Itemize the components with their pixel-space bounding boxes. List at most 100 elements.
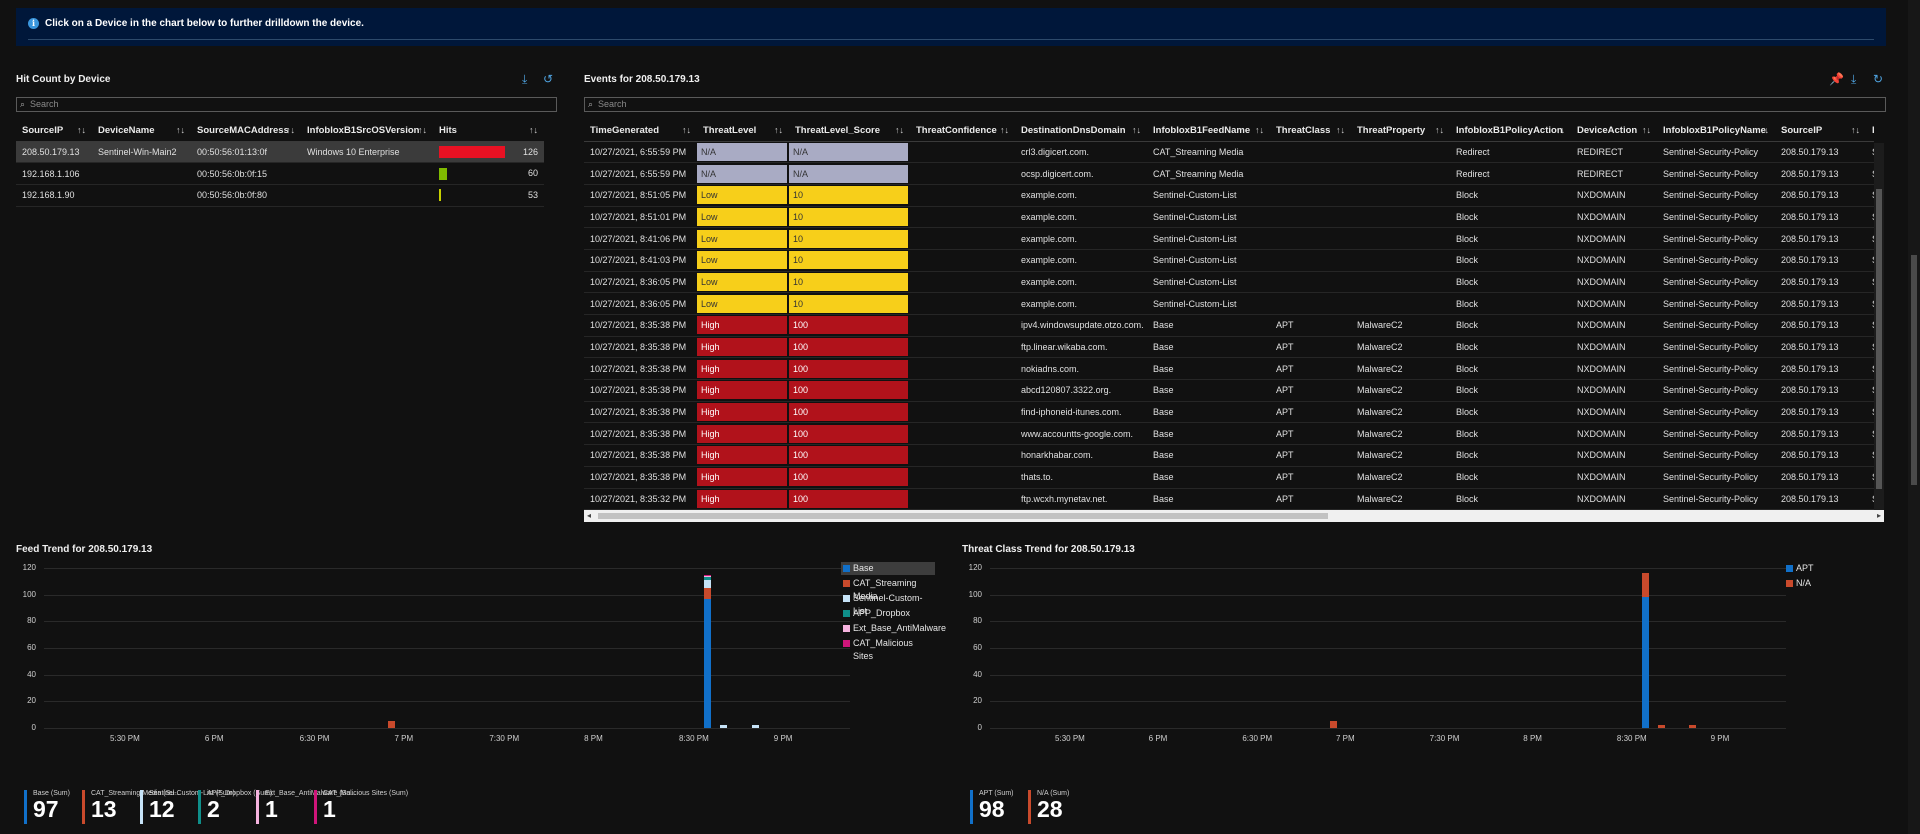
table-row[interactable]: 10/27/2021, 8:51:05 PM Low 10 example.com. S… xyxy=(584,184,1874,207)
sort-icon[interactable]: ↑↓ xyxy=(418,125,427,135)
column-header-label: Hits xyxy=(439,124,457,136)
column-header-infobloxb1feedname[interactable]: InfobloxB1FeedName ↑↓ xyxy=(1147,120,1270,142)
bar-segment-n-a[interactable] xyxy=(1642,573,1650,598)
column-header-devicename[interactable]: DeviceName ↑↓ xyxy=(92,120,191,142)
column-header-sourcemacaddress[interactable]: SourceMACAddress ↑↓ xyxy=(191,120,301,142)
scroll-thumb[interactable] xyxy=(1876,189,1882,489)
bar-segment-cat-streaming-media[interactable] xyxy=(388,721,396,728)
bar-segment-n-a[interactable] xyxy=(1329,721,1337,728)
bar-segment-cat-streaming-media[interactable] xyxy=(704,588,712,599)
table-row[interactable]: 208.50.179.13 Sentinel-Win-Main2 00:50:56:… xyxy=(16,141,544,164)
sort-icon[interactable]: ↑↓ xyxy=(286,125,295,135)
bar-segment-sentinel-custom-list[interactable] xyxy=(704,580,712,588)
sort-icon[interactable]: ↑↓ xyxy=(1851,125,1860,135)
sort-icon[interactable]: ↑↓ xyxy=(529,125,538,135)
sort-icon[interactable]: ↑↓ xyxy=(682,125,691,135)
legend-item-ext-base-antimalware[interactable]: Ext_Base_AntiMalware xyxy=(841,622,946,635)
table-row[interactable]: 10/27/2021, 8:35:38 PM High 100 honarkhabar… xyxy=(584,444,1874,467)
table-row[interactable]: 10/27/2021, 8:35:38 PM High 100 ftp.linear.… xyxy=(584,336,1874,359)
bar-segment-app-dropbox[interactable] xyxy=(704,577,712,580)
column-header-infobloxb1srcosversion[interactable]: InfobloxB1SrcOSVersion ↑↓ xyxy=(301,120,433,142)
table-row[interactable]: 10/27/2021, 8:36:05 PM Low 10 example.com. S… xyxy=(584,271,1874,294)
column-header-threatlevel[interactable]: ThreatLevel ↑↓ xyxy=(697,120,789,142)
column-header-infobloxb1policyname[interactable]: InfobloxB1PolicyName ↑↓ xyxy=(1657,120,1775,142)
undo-icon[interactable]: ↺ xyxy=(543,73,553,85)
summary-tile-apt-sum[interactable]: APT (Sum) 98 xyxy=(970,790,1014,824)
legend-item-app-dropbox[interactable]: APP_Dropbox xyxy=(841,607,935,620)
table-row[interactable]: 10/27/2021, 6:55:59 PM N/A N/A crl3.digicer… xyxy=(584,141,1874,164)
table-row[interactable]: 10/27/2021, 8:36:05 PM Low 10 example.com. S… xyxy=(584,292,1874,315)
sort-icon[interactable]: ↑↓ xyxy=(1556,125,1565,135)
table-row[interactable]: 10/27/2021, 8:41:03 PM Low 10 example.com. S… xyxy=(584,249,1874,272)
threat-class-trend-chart[interactable]: 120 100 80 60 40 20 0 5:30 PM 6 PM 6:30 PM 7 PM 7:3… xyxy=(962,560,1902,830)
column-header-threatclass[interactable]: ThreatClass ↑↓ xyxy=(1270,120,1351,142)
bar-segment-apt[interactable] xyxy=(1642,597,1650,728)
table-row[interactable]: 10/27/2021, 8:51:01 PM Low 10 example.com. S… xyxy=(584,206,1874,229)
sort-icon[interactable]: ↑↓ xyxy=(1255,125,1264,135)
table-row[interactable]: 192.168.1.90 00:50:56:0b:0f:80 53 xyxy=(16,184,544,207)
table-row[interactable]: 10/27/2021, 8:35:38 PM High 100 find-iphone… xyxy=(584,401,1874,424)
table-row[interactable]: 10/27/2021, 8:35:32 PM High 100 ftp.wcxh.my… xyxy=(584,488,1874,510)
bar-segment-ext-base-antimalware[interactable] xyxy=(704,576,712,578)
bar-segment-base[interactable] xyxy=(704,598,712,728)
table-row[interactable]: 10/27/2021, 8:35:38 PM High 100 ipv4.window… xyxy=(584,314,1874,337)
column-header-destinationdnsdomain[interactable]: DestinationDnsDomain ↑↓ xyxy=(1015,120,1147,142)
sort-icon[interactable]: ↑↓ xyxy=(1760,125,1769,135)
table-row[interactable]: 10/27/2021, 8:35:38 PM High 100 thats.to. Ba… xyxy=(584,466,1874,489)
bar-segment-n-a[interactable] xyxy=(1688,725,1696,728)
sort-icon[interactable]: ↑↓ xyxy=(1435,125,1444,135)
sort-icon[interactable]: ↑↓ xyxy=(176,125,185,135)
legend-item-sentinel-custom-list[interactable]: Sentinel-Custom-List xyxy=(841,592,935,616)
scroll-thumb[interactable] xyxy=(598,513,1328,519)
bar-segment-n-a[interactable] xyxy=(1657,725,1665,728)
events-search-input[interactable]: ⌕ Search xyxy=(584,97,1886,112)
refresh-icon[interactable]: ↻ xyxy=(1873,73,1883,85)
hit-count-search-input[interactable]: ⌕ Search xyxy=(16,97,557,112)
sort-icon[interactable]: ↑↓ xyxy=(77,125,86,135)
download-icon[interactable]: ⤓ xyxy=(522,73,527,85)
column-header-infobloxb1policyaction[interactable]: InfobloxB1PolicyAction ↑↓ xyxy=(1450,120,1571,142)
bar-segment-sentinel-custom-list[interactable] xyxy=(751,725,759,728)
scroll-thumb[interactable] xyxy=(1911,255,1917,485)
summary-tile-n-a-sum[interactable]: N/A (Sum) 28 xyxy=(1028,790,1069,824)
column-header-deviceaction[interactable]: DeviceAction ↑↓ xyxy=(1571,120,1657,142)
summary-tile-cat-malicious-sites-sum[interactable]: CAT_Malicious Sites (Sum) 1 xyxy=(314,790,408,824)
bar-segment-sentinel-custom-list[interactable] xyxy=(720,725,728,728)
sort-icon[interactable]: ↑↓ xyxy=(1132,125,1141,135)
legend-item-cat-malicious-sites[interactable]: CAT_Malicious Sites xyxy=(841,637,935,661)
table-row[interactable]: 10/27/2021, 8:35:38 PM High 100 www.account… xyxy=(584,422,1874,446)
scroll-right-icon[interactable]: ▸ xyxy=(1877,510,1881,522)
column-header-threatlevel-score[interactable]: ThreatLevel_Score ↑↓ xyxy=(789,120,910,142)
legend-item-cat-streaming-media[interactable]: CAT_Streaming Media xyxy=(841,577,935,601)
sort-icon[interactable]: ↑↓ xyxy=(774,125,783,135)
bar-segment-cat-malicious-sites[interactable] xyxy=(704,574,712,576)
summary-tile-base-sum[interactable]: Base (Sum) 97 xyxy=(24,790,70,824)
sort-icon[interactable]: ↑↓ xyxy=(1336,125,1345,135)
download-icon[interactable]: ⤓ xyxy=(1851,73,1856,85)
sort-icon[interactable]: ↑↓ xyxy=(895,125,904,135)
table-row[interactable]: 10/27/2021, 8:35:38 PM High 100 nokiadns.co… xyxy=(584,357,1874,381)
feed-trend-chart[interactable]: 120 100 80 60 40 20 0 5:30 PM 6 PM 6:30 PM 7 PM 7:3… xyxy=(16,560,946,830)
legend-item-apt[interactable]: APT xyxy=(1784,562,1878,575)
scroll-left-icon[interactable]: ◂ xyxy=(587,510,591,522)
events-horizontal-scrollbar[interactable]: ◂ ▸ xyxy=(584,510,1884,522)
sort-icon[interactable]: ↑↓ xyxy=(1000,125,1009,135)
page-scrollbar[interactable] xyxy=(1908,0,1920,834)
pin-icon[interactable]: 📌 xyxy=(1829,73,1844,85)
table-row[interactable]: 10/27/2021, 6:55:59 PM N/A N/A ocsp.digicer… xyxy=(584,162,1874,185)
column-header-sourceip[interactable]: SourceIP ↑↓ xyxy=(16,120,92,142)
column-header-threatproperty[interactable]: ThreatProperty ↑↓ xyxy=(1351,120,1450,142)
column-header-devi[interactable]: Devi xyxy=(1866,120,1874,142)
column-header-threatconfidence[interactable]: ThreatConfidence ↑↓ xyxy=(910,120,1015,142)
cell-devi: S xyxy=(1866,466,1874,489)
table-row[interactable]: 10/27/2021, 8:35:38 PM High 100 abcd120807.… xyxy=(584,379,1874,402)
table-row[interactable]: 10/27/2021, 8:41:06 PM Low 10 example.com. S… xyxy=(584,227,1874,250)
legend-item-base[interactable]: Base xyxy=(841,562,935,575)
legend-item-n-a[interactable]: N/A xyxy=(1784,577,1878,590)
table-row[interactable]: 192.168.1.106 00:50:56:0b:0f:15 60 xyxy=(16,162,544,185)
sort-icon[interactable]: ↑↓ xyxy=(1642,125,1651,135)
events-vertical-scrollbar[interactable] xyxy=(1874,143,1884,510)
column-header-timegenerated[interactable]: TimeGenerated ↑↓ xyxy=(584,120,697,142)
column-header-hits[interactable]: Hits ↑↓ xyxy=(433,120,544,142)
column-header-sourceip[interactable]: SourceIP ↑↓ xyxy=(1775,120,1866,142)
